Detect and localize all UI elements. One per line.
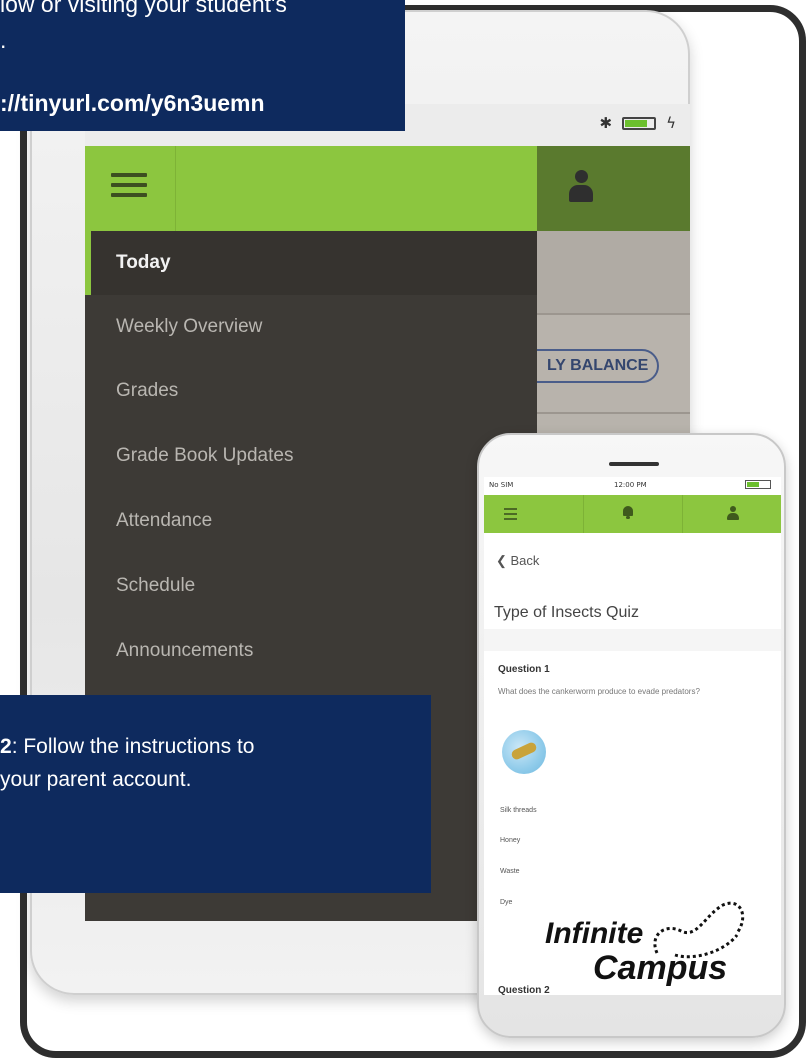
topbar-divider xyxy=(583,495,584,533)
instruction-callout-top: low or visiting your student's . ://tiny… xyxy=(0,0,405,131)
question-text: What does the cankerworm produce to evad… xyxy=(498,687,700,696)
balance-button[interactable]: LY BALANCE xyxy=(517,349,659,383)
drawer-header xyxy=(85,146,537,231)
callout-text: low or visiting your student's xyxy=(0,0,287,17)
nav-item-weekly-overview[interactable]: Weekly Overview xyxy=(85,295,537,359)
phone-top-bar xyxy=(484,495,781,533)
chevron-left-icon: ❮ xyxy=(496,553,511,568)
drawer-header-divider xyxy=(175,146,176,231)
phone-speaker xyxy=(609,462,659,466)
cankerworm-image xyxy=(502,730,546,774)
bluetooth-icon: ✱ xyxy=(599,114,613,132)
user-icon[interactable] xyxy=(727,506,739,520)
user-icon[interactable] xyxy=(567,170,595,206)
callout-text: your parent account. xyxy=(0,768,192,791)
topbar-divider xyxy=(682,495,683,533)
quiz-title: Type of Insects Quiz xyxy=(494,604,639,621)
clock-label: 12:00 PM xyxy=(614,481,647,489)
question-title: Question 2 xyxy=(498,985,550,995)
charging-icon: ϟ xyxy=(666,114,676,132)
phone-status-bar: No SIM 12:00 PM xyxy=(484,477,781,495)
answer-option[interactable]: Honey xyxy=(500,837,520,844)
nav-item-grade-book-updates[interactable]: Grade Book Updates xyxy=(85,424,537,488)
nav-item-today[interactable]: Today xyxy=(85,231,537,295)
answer-option[interactable]: Dye xyxy=(500,899,512,906)
callout-text: 2: Follow the instructions to xyxy=(0,735,255,758)
question-title: Question 1 xyxy=(498,664,550,675)
back-link[interactable]: ❮ Back xyxy=(496,553,539,569)
background-card xyxy=(537,231,690,313)
divider xyxy=(537,313,690,315)
bell-icon[interactable] xyxy=(622,506,634,520)
nav-item-grades[interactable]: Grades xyxy=(85,359,537,423)
nav-item-announcements[interactable]: Announcements xyxy=(85,619,537,683)
step-number: 2 xyxy=(0,735,12,758)
logo-text: Infinite xyxy=(545,917,644,950)
battery-icon xyxy=(622,116,657,130)
divider xyxy=(537,412,690,414)
carrier-label: No SIM xyxy=(489,481,514,489)
battery-icon xyxy=(745,480,771,489)
hamburger-menu-icon[interactable] xyxy=(111,173,147,203)
nav-item-schedule[interactable]: Schedule xyxy=(85,554,537,618)
nav-item-attendance[interactable]: Attendance xyxy=(85,489,537,553)
hamburger-menu-icon[interactable] xyxy=(504,508,517,523)
callout-text: . xyxy=(0,27,7,53)
instruction-callout-bottom: 2: Follow the instructions to your paren… xyxy=(0,695,431,893)
infinite-campus-logo: Infinite Campus xyxy=(545,895,760,995)
answer-option[interactable]: Waste xyxy=(500,868,520,875)
tinyurl-link[interactable]: ://tinyurl.com/y6n3uemn xyxy=(0,90,265,117)
section-separator xyxy=(484,629,781,651)
logo-swoosh-icon xyxy=(653,901,745,959)
answer-option[interactable]: Silk threads xyxy=(500,807,537,814)
